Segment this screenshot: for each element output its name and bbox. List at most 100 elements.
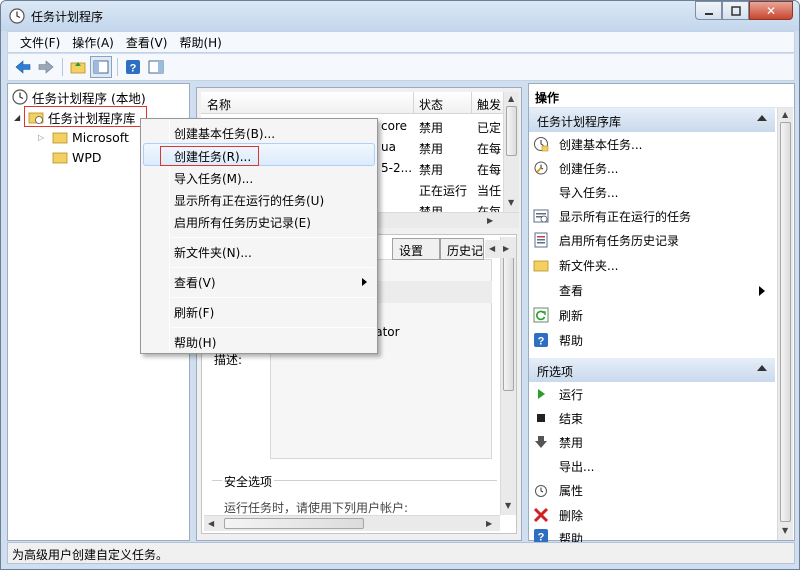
menu-item-help[interactable]: 帮助(H) — [174, 334, 216, 351]
show-action-pane-button[interactable] — [145, 56, 167, 78]
tab-history[interactable]: 历史记 — [440, 238, 484, 260]
tab-scroll-left-icon[interactable]: ◀ — [489, 244, 495, 253]
tree-item-wpd[interactable]: WPD — [52, 147, 102, 167]
action-end[interactable]: 结束 — [533, 407, 773, 429]
action-export[interactable]: 导出... — [533, 455, 773, 477]
collapse-arrow-icon[interactable]: ◢ — [14, 113, 24, 122]
action-disable[interactable]: 禁用 — [533, 431, 773, 453]
column-status[interactable]: 状态 — [419, 96, 443, 113]
scroll-right-icon[interactable]: ▶ — [486, 519, 492, 528]
show-hide-tree-button[interactable] — [90, 56, 112, 78]
scroll-right-icon[interactable]: ▶ — [487, 216, 493, 225]
close-button[interactable]: ✕ — [749, 1, 793, 20]
collapse-caret-icon[interactable] — [757, 115, 767, 121]
menu-item-view[interactable]: 查看(V) — [174, 274, 216, 291]
up-folder-button[interactable] — [67, 56, 89, 78]
menu-view[interactable]: 查看(V) — [120, 34, 174, 51]
cell-name: 5-2... — [381, 161, 413, 175]
tab-settings[interactable]: 设置 — [392, 238, 440, 260]
action-create-basic-task[interactable]: 创建基本任务... — [533, 133, 773, 155]
forward-arrow-icon — [38, 60, 54, 74]
back-button[interactable] — [12, 56, 34, 78]
running-tasks-icon — [533, 208, 549, 224]
create-basic-task-icon — [533, 136, 549, 152]
action-label: 运行 — [559, 387, 584, 402]
create-task-icon — [533, 160, 549, 176]
scroll-thumb[interactable] — [506, 106, 517, 156]
menu-file[interactable]: 文件(F) — [14, 34, 66, 51]
actions-section-selected[interactable]: 所选项 — [529, 358, 775, 382]
svg-text:?: ? — [538, 336, 545, 348]
blank-icon — [533, 458, 549, 474]
cell-status: 禁用 — [419, 205, 444, 212]
action-run[interactable]: 运行 — [533, 383, 773, 405]
menu-item-new-folder[interactable]: 新文件夹(N)... — [174, 244, 252, 261]
task-list-header: 名称 状态 触发 — [201, 92, 503, 114]
menu-action[interactable]: 操作(A) — [66, 34, 120, 51]
column-trigger[interactable]: 触发 — [477, 96, 501, 113]
action-refresh[interactable]: 刷新 — [533, 304, 773, 326]
scroll-down-icon[interactable]: ▼ — [782, 526, 788, 535]
scroll-down-icon[interactable]: ▼ — [505, 501, 511, 510]
menu-item-enable-history[interactable]: 启用所有任务历史记录(E) — [174, 214, 311, 231]
submenu-arrow-icon — [759, 286, 765, 296]
close-icon: ✕ — [765, 3, 777, 18]
cell-trigger: 已定 — [477, 121, 502, 135]
detail-vscrollbar[interactable]: ▲ ▼ — [500, 237, 516, 515]
collapse-caret-icon[interactable] — [757, 365, 767, 371]
action-show-running[interactable]: 显示所有正在运行的任务 — [533, 205, 773, 227]
clock-icon — [12, 89, 28, 105]
action-new-folder[interactable]: 新文件夹... — [533, 254, 773, 276]
action-import-task[interactable]: 导入任务... — [533, 181, 773, 203]
expand-arrow-icon[interactable]: ▷ — [38, 133, 48, 142]
action-help-selected[interactable]: ? 帮助 — [533, 528, 773, 542]
action-properties[interactable]: 属性 — [533, 479, 773, 501]
security-group: 安全选项 运行任务时，请使用下列用户帐户: — [212, 473, 497, 520]
run-icon — [533, 386, 549, 402]
tab-scroll[interactable]: ◀ ▶ — [485, 240, 515, 258]
disable-arrow-icon — [533, 434, 549, 450]
tab-scroll-right-icon[interactable]: ▶ — [503, 244, 509, 253]
action-help[interactable]: ? 帮助 — [533, 329, 773, 351]
column-name[interactable]: 名称 — [207, 96, 231, 113]
menu-item-show-running[interactable]: 显示所有正在运行的任务(U) — [174, 192, 324, 209]
status-text: 为高级用户创建自定义任务。 — [12, 548, 169, 562]
help-icon: ? — [126, 60, 140, 75]
tree-root[interactable]: 任务计划程序 (本地) — [12, 87, 146, 107]
actions-vscrollbar[interactable]: ▲ ▼ — [777, 108, 793, 540]
scroll-thumb[interactable] — [224, 518, 364, 529]
section-title: 所选项 — [537, 365, 574, 379]
action-delete[interactable]: 删除 — [533, 504, 773, 526]
scroll-up-icon[interactable]: ▲ — [508, 94, 514, 103]
minimize-button[interactable] — [695, 1, 722, 20]
column-divider[interactable] — [471, 92, 472, 114]
scroll-thumb[interactable] — [503, 251, 514, 391]
action-label: 创建任务... — [559, 161, 619, 176]
app-window: 任务计划程序 ✕ 文件(F) 操作(A) 查看(V) 帮助(H) ? 任务计划程… — [0, 0, 800, 570]
task-list-vscrollbar[interactable]: ▲ ▼ — [503, 92, 519, 212]
action-create-task[interactable]: 创建任务... — [533, 157, 773, 179]
menu-separator — [171, 237, 375, 238]
folder-up-icon — [70, 62, 86, 74]
tree-item-microsoft[interactable]: ▷ Microsoft — [38, 127, 129, 147]
menu-item-import-task[interactable]: 导入任务(M)... — [174, 170, 253, 187]
help-button[interactable]: ? — [122, 56, 144, 78]
menu-help[interactable]: 帮助(H) — [173, 34, 227, 51]
column-divider[interactable] — [413, 92, 414, 114]
forward-button[interactable] — [35, 56, 57, 78]
menu-item-create-basic-task[interactable]: 创建基本任务(B)... — [174, 125, 275, 142]
menu-separator — [171, 267, 375, 268]
action-enable-history[interactable]: 启用所有任务历史记录 — [533, 229, 773, 251]
tree-wpd-label: WPD — [72, 149, 102, 165]
actions-section-library[interactable]: 任务计划程序库 — [529, 108, 775, 132]
scroll-down-icon[interactable]: ▼ — [508, 198, 514, 207]
menu-item-refresh[interactable]: 刷新(F) — [174, 304, 214, 321]
detail-hscrollbar[interactable]: ◀ ▶ — [204, 515, 500, 531]
scroll-thumb[interactable] — [780, 122, 791, 522]
blank-icon — [533, 282, 549, 298]
action-view[interactable]: 查看 — [533, 279, 773, 301]
maximize-button[interactable] — [722, 1, 749, 20]
scroll-up-icon[interactable]: ▲ — [782, 110, 788, 119]
section-title: 任务计划程序库 — [537, 115, 622, 129]
scroll-left-icon[interactable]: ◀ — [208, 519, 214, 528]
